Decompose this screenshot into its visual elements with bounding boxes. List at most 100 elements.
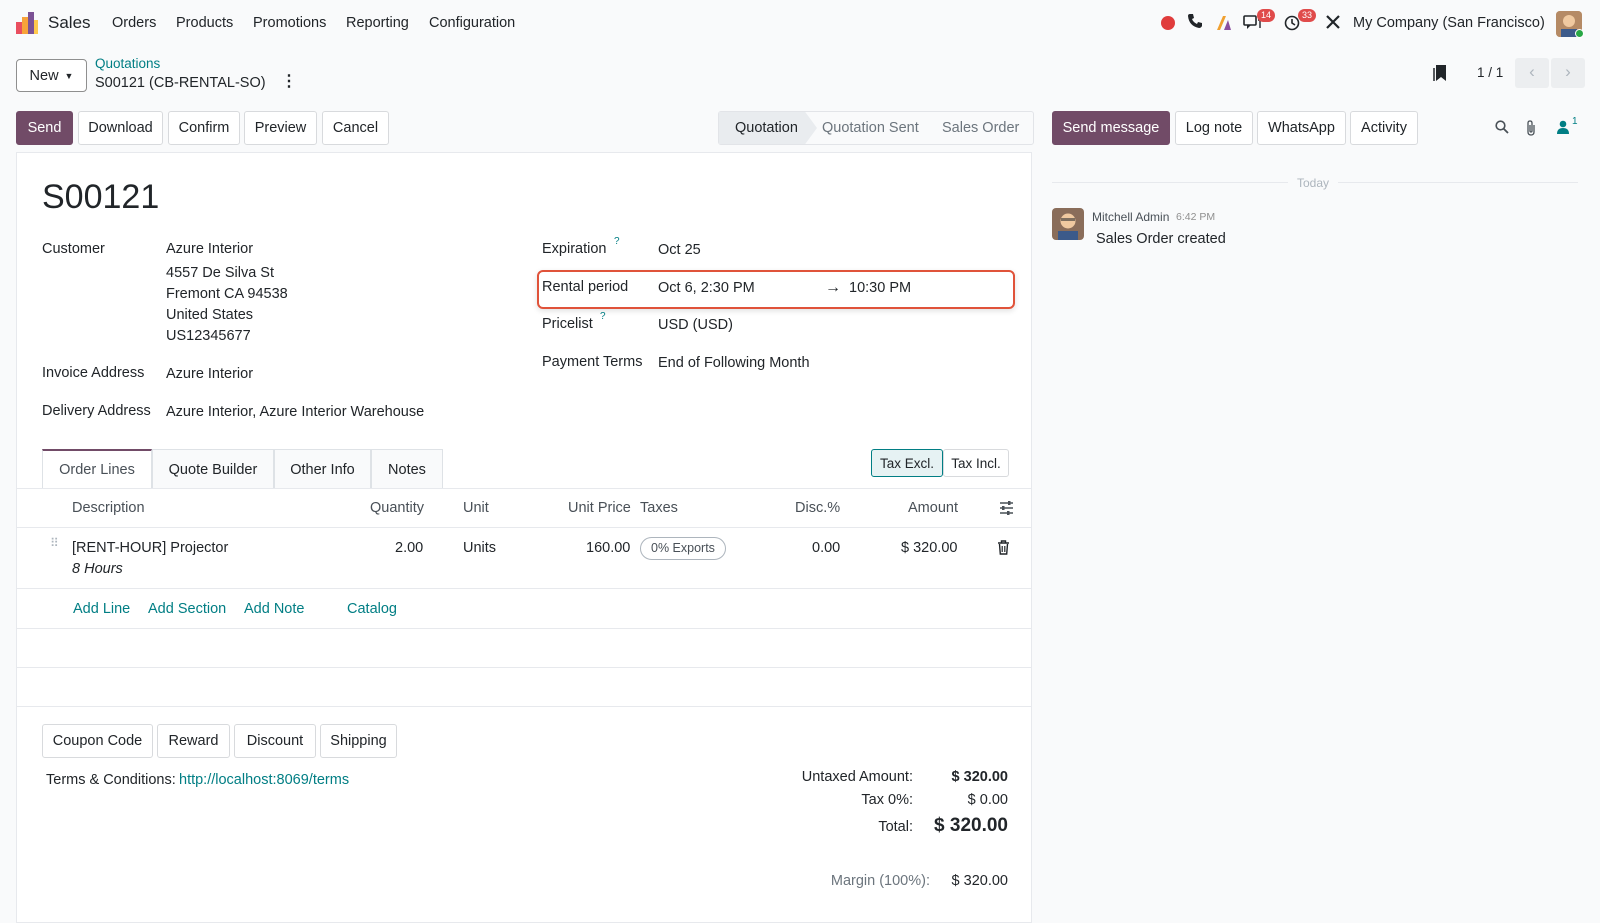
- add-note-link[interactable]: Add Note: [244, 601, 304, 617]
- col-unit-price[interactable]: Unit Price: [568, 500, 631, 516]
- status-sales-order[interactable]: Sales Order: [942, 120, 1019, 136]
- ai-icon[interactable]: [1215, 14, 1233, 35]
- expiration-value[interactable]: Oct 25: [658, 242, 701, 258]
- app-name[interactable]: Sales: [48, 13, 91, 33]
- tab-quote-builder[interactable]: Quote Builder: [152, 449, 274, 489]
- message-time: 6:42 PM: [1176, 211, 1216, 223]
- total-value: $ 320.00: [934, 815, 1008, 836]
- sales-app-icon[interactable]: [16, 12, 38, 34]
- customer-city: Fremont CA 94538: [166, 286, 288, 302]
- recording-icon[interactable]: [1161, 16, 1175, 30]
- followers-icon[interactable]: [1556, 120, 1570, 137]
- col-disc[interactable]: Disc.%: [795, 500, 840, 516]
- customer-label: Customer: [42, 241, 105, 257]
- tab-order-lines-label: Order Lines: [59, 462, 135, 478]
- tools-icon[interactable]: [1325, 14, 1341, 33]
- bookmark-icon[interactable]: [1432, 64, 1448, 85]
- catalog-link[interactable]: Catalog: [347, 601, 397, 617]
- message-body: Sales Order created: [1096, 231, 1226, 247]
- terms-label: Terms & Conditions:: [46, 772, 176, 788]
- col-amount[interactable]: Amount: [908, 500, 958, 516]
- coupon-code-button[interactable]: Coupon Code: [42, 724, 153, 758]
- menu-products[interactable]: Products: [176, 15, 233, 31]
- payment-terms-value[interactable]: End of Following Month: [658, 355, 810, 371]
- pager-value[interactable]: 1 / 1: [1477, 65, 1503, 80]
- col-taxes[interactable]: Taxes: [640, 500, 678, 516]
- pricelist-value[interactable]: USD (USD): [658, 317, 733, 333]
- menu-orders[interactable]: Orders: [112, 15, 156, 31]
- table-row[interactable]: [16, 528, 1032, 588]
- send-message-button[interactable]: Send message: [1052, 111, 1170, 145]
- send-button[interactable]: Send: [16, 111, 73, 145]
- menu-configuration[interactable]: Configuration: [429, 15, 515, 31]
- payment-terms-label: Payment Terms: [542, 354, 643, 370]
- trash-icon[interactable]: [997, 540, 1010, 558]
- drag-handle-icon[interactable]: ⠿: [50, 537, 60, 549]
- status-bar: Quotation Quotation Sent Sales Order: [718, 111, 1034, 145]
- breadcrumb-quotations[interactable]: Quotations: [95, 56, 160, 71]
- kebab-menu-icon[interactable]: ⋮: [281, 74, 297, 90]
- pricelist-help-icon[interactable]: ?: [600, 311, 606, 322]
- activity-button[interactable]: Activity: [1350, 111, 1418, 145]
- line-unit[interactable]: Units: [463, 540, 496, 556]
- tax-value: $ 0.00: [967, 792, 1008, 808]
- line-product[interactable]: [RENT-HOUR] Projector: [72, 540, 228, 556]
- terms-link[interactable]: http://localhost:8069/terms: [179, 772, 349, 788]
- line-detail: 8 Hours: [72, 561, 123, 577]
- line-unit-price[interactable]: 160.00: [586, 540, 630, 556]
- log-note-button[interactable]: Log note: [1175, 111, 1253, 145]
- line-disc[interactable]: 0.00: [812, 540, 840, 556]
- status-quotation-sent[interactable]: Quotation Sent: [822, 120, 919, 136]
- add-section-link[interactable]: Add Section: [148, 601, 226, 617]
- phone-icon[interactable]: [1187, 13, 1203, 34]
- shipping-button[interactable]: Shipping: [320, 724, 397, 758]
- tax-excl-toggle[interactable]: Tax Excl.: [871, 449, 943, 477]
- pricelist-label: Pricelist: [542, 316, 593, 332]
- empty-row-divider-1: [16, 667, 1032, 668]
- menu-reporting[interactable]: Reporting: [346, 15, 409, 31]
- rental-end-field[interactable]: 10:30 PM: [849, 280, 911, 296]
- paperclip-icon[interactable]: [1525, 120, 1537, 139]
- tab-notes[interactable]: Notes: [371, 449, 443, 489]
- discount-button[interactable]: Discount: [234, 724, 316, 758]
- whatsapp-button[interactable]: WhatsApp: [1257, 111, 1346, 145]
- download-button[interactable]: Download: [78, 111, 163, 145]
- author-avatar[interactable]: [1052, 208, 1084, 240]
- invoice-address-value[interactable]: Azure Interior: [166, 366, 253, 382]
- rental-start-field[interactable]: Oct 6, 2:30 PM: [658, 280, 755, 296]
- tax-label: Tax 0%:: [861, 792, 913, 808]
- message-author[interactable]: Mitchell Admin: [1092, 210, 1169, 224]
- expiration-help-icon[interactable]: ?: [614, 236, 620, 247]
- customer-name[interactable]: Azure Interior: [166, 241, 253, 257]
- untaxed-amount-label: Untaxed Amount:: [801, 769, 913, 785]
- col-quantity[interactable]: Quantity: [370, 500, 424, 516]
- menu-promotions[interactable]: Promotions: [253, 15, 326, 31]
- pager-previous-button[interactable]: ‹: [1515, 58, 1549, 88]
- tax-incl-toggle[interactable]: Tax Incl.: [943, 449, 1009, 477]
- line-tax-badge[interactable]: 0% Exports: [640, 537, 726, 560]
- column-settings-icon[interactable]: [999, 501, 1014, 518]
- add-divider: [16, 628, 1032, 629]
- confirm-button[interactable]: Confirm: [168, 111, 240, 145]
- pager-next-button[interactable]: ›: [1551, 58, 1585, 88]
- total-label: Total:: [878, 819, 913, 835]
- tab-order-lines[interactable]: Order Lines: [42, 449, 152, 489]
- online-status-dot: [1575, 29, 1584, 38]
- col-unit[interactable]: Unit: [463, 500, 489, 516]
- delivery-address-value[interactable]: Azure Interior, Azure Interior Warehouse: [166, 404, 424, 420]
- record-name: S00121 (CB-RENTAL-SO): [95, 75, 266, 91]
- col-description[interactable]: Description: [72, 500, 145, 516]
- chatter-search-icon[interactable]: [1495, 120, 1509, 137]
- add-line-link[interactable]: Add Line: [73, 601, 130, 617]
- reward-button[interactable]: Reward: [157, 724, 230, 758]
- day-separator: Today: [1297, 176, 1330, 190]
- tab-other-info[interactable]: Other Info: [274, 449, 371, 489]
- cancel-button[interactable]: Cancel: [322, 111, 389, 145]
- line-quantity[interactable]: 2.00: [395, 540, 423, 556]
- new-button[interactable]: New ▼: [16, 59, 87, 92]
- invoice-address-label: Invoice Address: [42, 365, 145, 381]
- customer-country: United States: [166, 307, 254, 323]
- messages-badge: 14: [1257, 9, 1276, 22]
- preview-button[interactable]: Preview: [244, 111, 317, 145]
- company-switcher[interactable]: My Company (San Francisco): [1353, 15, 1545, 31]
